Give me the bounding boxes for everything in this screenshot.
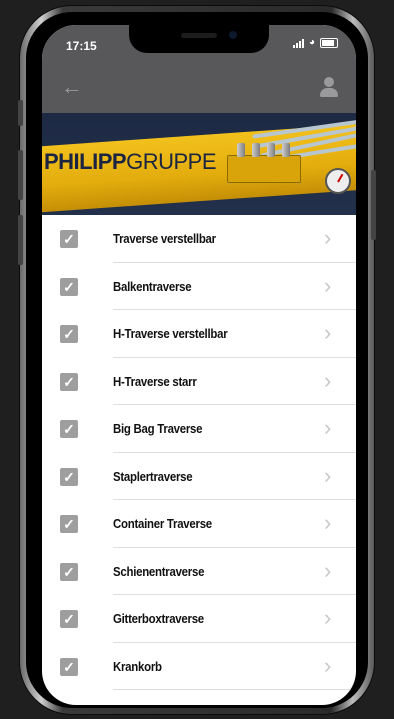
valve-block (227, 155, 301, 183)
chevron-right-icon: › (324, 510, 332, 535)
divider (113, 689, 356, 690)
volume-up-button (18, 150, 23, 200)
list-item[interactable]: ✓ H-Traverse starr › (42, 358, 356, 405)
list-item-label: Balkentraverse (113, 278, 192, 294)
list-item-label: H-Traverse starr (113, 373, 197, 389)
list-item-label: Krankorb (113, 658, 162, 674)
chevron-right-icon: › (324, 605, 332, 630)
checkbox[interactable]: ✓ (60, 467, 78, 486)
speaker-grille (181, 33, 217, 38)
notch (129, 25, 269, 53)
list-item[interactable]: ✓ Big Bag Traverse › (42, 405, 356, 453)
list-item-label: Traverse verstellbar (113, 231, 216, 246)
list-item-label: H-Traverse verstellbar (113, 326, 228, 341)
power-button (371, 170, 376, 240)
volume-down-button (18, 215, 23, 265)
valve-icon (282, 143, 290, 157)
status-time: 17:15 (66, 39, 97, 53)
checkbox[interactable]: ✓ (60, 230, 78, 248)
chevron-right-icon: › (324, 652, 332, 678)
wifi-icon: ◕ (308, 37, 315, 48)
valve-icon (252, 143, 260, 157)
nav-bar: ← (42, 65, 356, 113)
chevron-right-icon: › (324, 272, 332, 298)
list-item[interactable]: ✓ Container Traverse › (42, 500, 356, 548)
list-item[interactable]: ✓ Gitterboxtraverse › (42, 595, 356, 643)
app-screen: 17:15 ◕ ← PHILIPPGRUPPE ✓ Traverse verst… (42, 25, 356, 705)
list-item-label: Container Traverse (113, 516, 212, 531)
mute-switch (18, 100, 23, 126)
chevron-right-icon: › (324, 557, 332, 583)
chevron-right-icon: › (324, 320, 332, 345)
signal-icon (292, 38, 304, 48)
checkbox[interactable]: ✓ (60, 420, 78, 438)
checkbox[interactable]: ✓ (60, 562, 78, 581)
brand-banner: PHILIPPGRUPPE (42, 113, 356, 215)
list-item[interactable]: ✓ Krankorb › (42, 643, 356, 690)
list-item[interactable]: ✓ Balkentraverse › (42, 263, 356, 310)
chevron-right-icon: › (324, 225, 332, 250)
chevron-right-icon: › (324, 367, 332, 393)
chevron-right-icon: › (324, 415, 332, 440)
pressure-gauge-icon (325, 168, 351, 194)
traverse-list: ✓ Traverse verstellbar › ✓ Balkentravers… (42, 215, 356, 690)
list-item-label: Schienentraverse (113, 563, 205, 579)
logo-bold: PHILIPP (44, 149, 127, 174)
list-item[interactable]: ✓ H-Traverse verstellbar › (42, 310, 356, 358)
status-icons: ◕ (292, 37, 338, 48)
battery-icon (320, 38, 338, 48)
list-item-label: Gitterboxtraverse (113, 611, 204, 626)
checkbox[interactable]: ✓ (60, 610, 78, 628)
brand-logo: PHILIPPGRUPPE (44, 149, 216, 175)
list-item[interactable]: ✓ Traverse verstellbar › (42, 215, 356, 263)
user-icon[interactable] (316, 73, 342, 101)
checkbox[interactable]: ✓ (60, 515, 78, 533)
checkbox[interactable]: ✓ (60, 372, 78, 391)
list-item[interactable]: ✓ Staplertraverse › (42, 453, 356, 500)
chevron-right-icon: › (324, 462, 332, 488)
valve-icon (237, 143, 245, 157)
list-item-label: Staplertraverse (113, 468, 193, 484)
logo-light: GRUPPE (126, 149, 216, 174)
list-item[interactable]: ✓ Schienentraverse › (42, 548, 356, 595)
checkbox[interactable]: ✓ (60, 325, 78, 343)
list-item-label: Big Bag Traverse (113, 421, 203, 436)
valve-icon (267, 143, 275, 157)
checkbox[interactable]: ✓ (60, 657, 78, 676)
front-camera (229, 31, 237, 39)
checkbox[interactable]: ✓ (60, 277, 78, 296)
back-arrow-icon[interactable]: ← (58, 73, 86, 101)
